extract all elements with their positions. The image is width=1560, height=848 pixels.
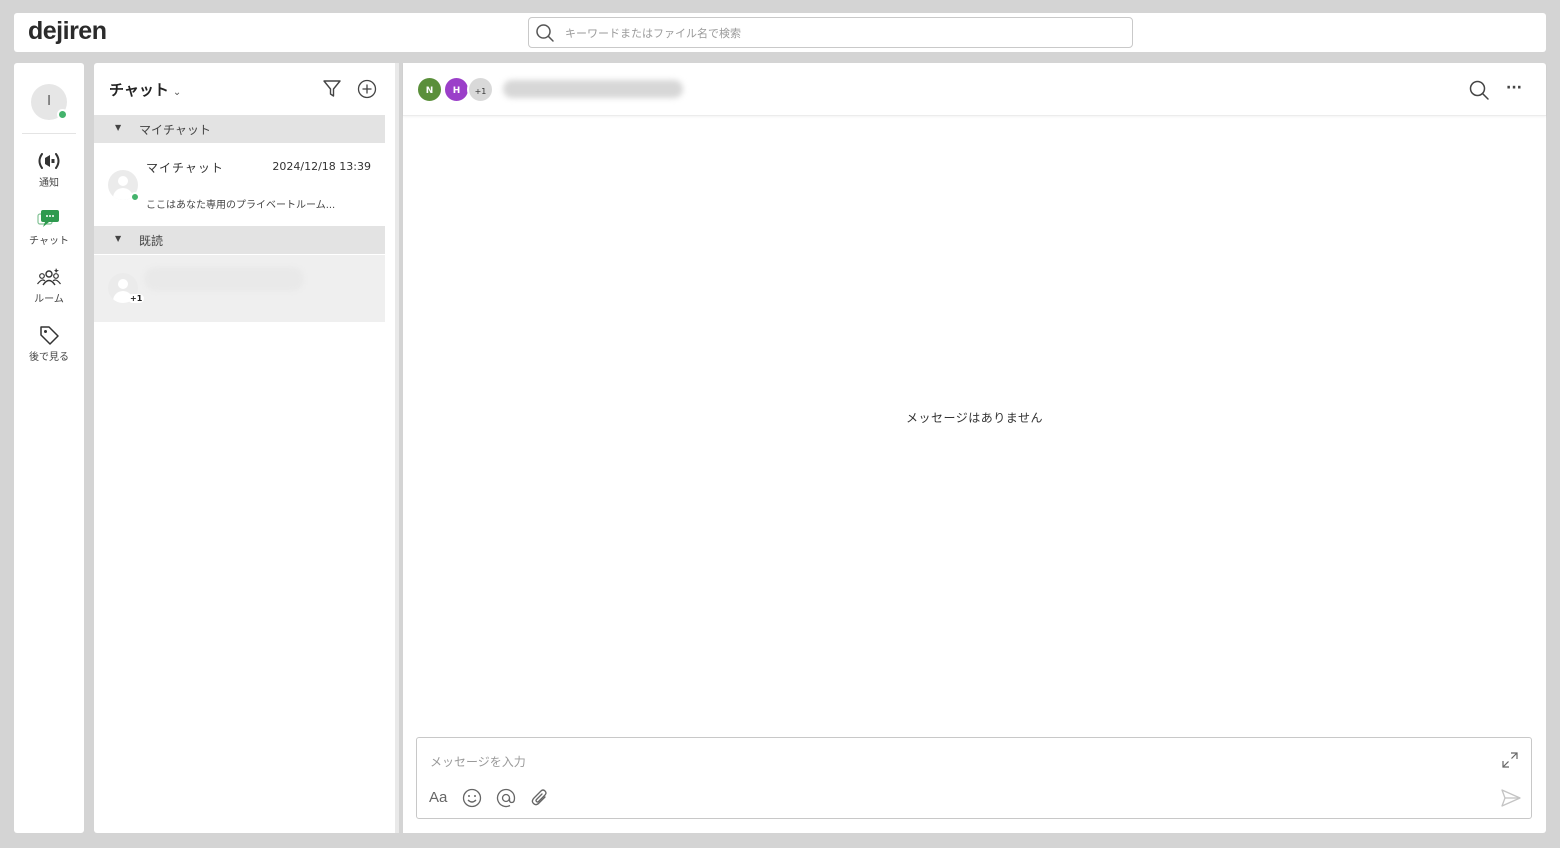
redacted-chat-name <box>144 267 304 291</box>
chevron-down-icon: ⌄ <box>172 87 182 98</box>
search-icon <box>1469 80 1489 100</box>
message-input[interactable] <box>430 753 1480 775</box>
filter-icon <box>323 80 341 97</box>
online-status-dot <box>130 192 140 202</box>
rail-divider <box>22 133 76 134</box>
member-avatar[interactable]: N <box>416 76 443 103</box>
send-icon <box>1501 789 1521 807</box>
broadcast-icon <box>38 153 60 169</box>
attach-file-button[interactable] <box>530 788 550 812</box>
filter-button[interactable] <box>322 79 342 103</box>
chat-header: N H +1 ··· <box>403 63 1546 116</box>
nav-item-room[interactable]: ルーム <box>14 267 84 317</box>
section-label: 既読 <box>139 234 164 248</box>
more-options-button[interactable]: ··· <box>1506 80 1522 96</box>
dejiren-logo[interactable]: dejiren <box>28 17 107 46</box>
member-count-badge: +1 <box>128 294 145 303</box>
people-icon <box>37 268 61 286</box>
chat-name: マイチャット <box>146 161 224 175</box>
nav-item-notifications[interactable]: 通知 <box>14 151 84 201</box>
nav-rail: I 通知 チャット ルーム 後で見る <box>14 63 84 833</box>
nav-label: 通知 <box>39 178 59 189</box>
member-avatar[interactable]: H <box>443 76 470 103</box>
chat-list-header: チャット ⌄ <box>94 63 385 115</box>
emoji-button[interactable] <box>462 788 482 812</box>
search-icon <box>536 24 554 42</box>
paperclip-icon <box>531 789 547 806</box>
section-label: マイチャット <box>139 123 211 137</box>
expand-icon <box>1502 752 1518 768</box>
online-status-dot <box>57 109 68 120</box>
nav-label: チャット <box>29 236 69 247</box>
smiley-icon <box>462 788 482 808</box>
message-composer: Aa <box>416 737 1532 819</box>
chat-list-item[interactable]: マイチャット 2024/12/18 13:39 ここはあなた専用のプライベートル… <box>94 143 385 226</box>
text-format-button[interactable]: Aa <box>429 789 447 806</box>
chat-main-panel: N H +1 ··· メッセージはありません Aa <box>403 63 1546 833</box>
section-read[interactable]: ▼ 既読 <box>94 226 385 254</box>
chat-preview: ここはあなた専用のプライベートルーム... <box>146 200 336 211</box>
chat-timestamp: 2024/12/18 13:39 <box>272 160 371 173</box>
chat-list-panel: チャット ⌄ ▼ マイチャット マイチャット 2024/12/18 13:39 こ… <box>94 63 399 833</box>
collapse-triangle-icon: ▼ <box>115 234 122 243</box>
empty-state-text: メッセージはありません <box>906 411 1043 425</box>
nav-item-chat[interactable]: チャット <box>14 209 84 259</box>
mention-button[interactable] <box>496 788 516 812</box>
nav-label: 後で見る <box>29 352 69 363</box>
section-my-chat[interactable]: ▼ マイチャット <box>94 115 385 143</box>
nav-item-watch-later[interactable]: 後で見る <box>14 325 84 375</box>
chat-search-button[interactable] <box>1468 79 1490 105</box>
tag-icon <box>40 326 59 345</box>
at-sign-icon <box>496 788 516 808</box>
redacted-chat-title <box>503 80 683 98</box>
chat-list-title-dropdown[interactable]: チャット ⌄ <box>109 79 181 100</box>
send-button[interactable] <box>1500 788 1522 812</box>
chat-icon <box>37 210 59 227</box>
top-header: dejiren <box>14 13 1546 52</box>
collapse-triangle-icon: ▼ <box>115 123 122 132</box>
more-icon: ··· <box>1506 80 1522 96</box>
expand-button[interactable] <box>1501 751 1519 773</box>
member-overflow-avatar[interactable]: +1 <box>467 76 494 103</box>
chat-list-item-selected[interactable]: +1 <box>94 255 385 322</box>
new-chat-button[interactable] <box>357 79 377 103</box>
search-input[interactable] <box>565 21 1115 45</box>
nav-label: ルーム <box>34 294 64 305</box>
search-box[interactable] <box>528 17 1133 48</box>
plus-circle-icon <box>357 79 377 99</box>
